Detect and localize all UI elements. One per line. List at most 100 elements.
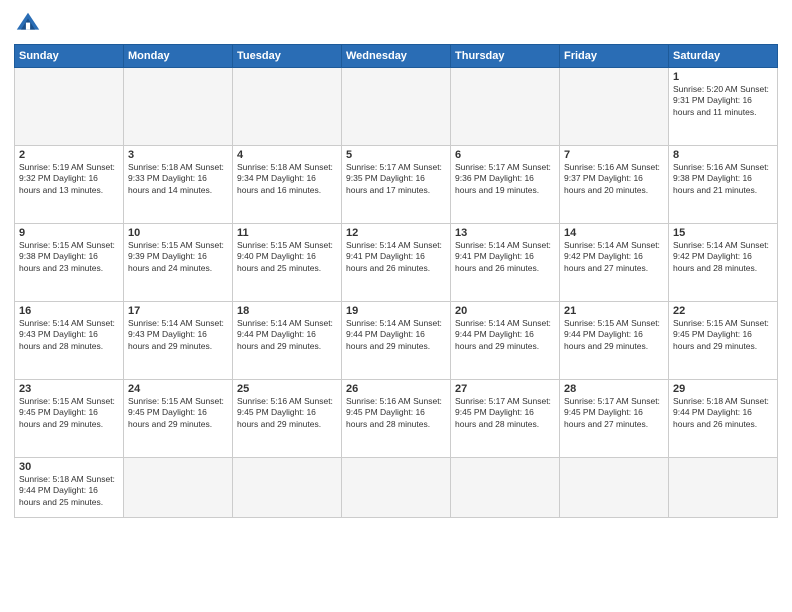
calendar-cell: 1Sunrise: 5:20 AM Sunset: 9:31 PM Daylig… [669,68,778,146]
day-info: Sunrise: 5:17 AM Sunset: 9:45 PM Dayligh… [564,396,664,430]
day-info: Sunrise: 5:18 AM Sunset: 9:33 PM Dayligh… [128,162,228,196]
calendar-cell: 11Sunrise: 5:15 AM Sunset: 9:40 PM Dayli… [233,224,342,302]
day-number: 1 [673,71,773,83]
calendar-cell [124,68,233,146]
calendar-cell: 21Sunrise: 5:15 AM Sunset: 9:44 PM Dayli… [560,302,669,380]
day-info: Sunrise: 5:15 AM Sunset: 9:45 PM Dayligh… [128,396,228,430]
calendar-cell [451,458,560,518]
day-info: Sunrise: 5:15 AM Sunset: 9:45 PM Dayligh… [19,396,119,430]
day-number: 30 [19,461,119,473]
day-info: Sunrise: 5:14 AM Sunset: 9:44 PM Dayligh… [237,318,337,352]
logo-icon [14,10,42,38]
calendar-cell [124,458,233,518]
day-number: 13 [455,227,555,239]
calendar-cell [560,458,669,518]
calendar-cell: 27Sunrise: 5:17 AM Sunset: 9:45 PM Dayli… [451,380,560,458]
day-number: 26 [346,383,446,395]
day-number: 28 [564,383,664,395]
day-info: Sunrise: 5:19 AM Sunset: 9:32 PM Dayligh… [19,162,119,196]
day-info: Sunrise: 5:18 AM Sunset: 9:44 PM Dayligh… [673,396,773,430]
day-number: 19 [346,305,446,317]
weekday-header-wednesday: Wednesday [342,45,451,68]
calendar-cell: 17Sunrise: 5:14 AM Sunset: 9:43 PM Dayli… [124,302,233,380]
day-number: 16 [19,305,119,317]
calendar-cell [15,68,124,146]
calendar-cell: 26Sunrise: 5:16 AM Sunset: 9:45 PM Dayli… [342,380,451,458]
day-info: Sunrise: 5:14 AM Sunset: 9:44 PM Dayligh… [455,318,555,352]
day-number: 7 [564,149,664,161]
page: SundayMondayTuesdayWednesdayThursdayFrid… [0,0,792,612]
calendar-body: 1Sunrise: 5:20 AM Sunset: 9:31 PM Daylig… [15,68,778,518]
day-info: Sunrise: 5:20 AM Sunset: 9:31 PM Dayligh… [673,84,773,118]
day-number: 25 [237,383,337,395]
calendar-cell: 12Sunrise: 5:14 AM Sunset: 9:41 PM Dayli… [342,224,451,302]
calendar-cell: 14Sunrise: 5:14 AM Sunset: 9:42 PM Dayli… [560,224,669,302]
logo [14,10,46,38]
calendar-cell: 6Sunrise: 5:17 AM Sunset: 9:36 PM Daylig… [451,146,560,224]
day-info: Sunrise: 5:17 AM Sunset: 9:36 PM Dayligh… [455,162,555,196]
week-row-3: 16 Sunrise: 5:14 AM Sunset: 9:43 PM Dayli… [15,302,778,380]
day-info: Sunrise: 5:14 AM Sunset: 9:42 PM Dayligh… [564,240,664,274]
week-row-0: 1Sunrise: 5:20 AM Sunset: 9:31 PM Daylig… [15,68,778,146]
day-number: 21 [564,305,664,317]
calendar-cell: 15Sunrise: 5:14 AM Sunset: 9:42 PM Dayli… [669,224,778,302]
calendar-cell: 7Sunrise: 5:16 AM Sunset: 9:37 PM Daylig… [560,146,669,224]
day-number: 3 [128,149,228,161]
week-row-1: 2Sunrise: 5:19 AM Sunset: 9:32 PM Daylig… [15,146,778,224]
calendar-cell: 25Sunrise: 5:16 AM Sunset: 9:45 PM Dayli… [233,380,342,458]
day-info: Sunrise: 5:18 AM Sunset: 9:44 PM Dayligh… [19,474,119,508]
calendar-cell: 13Sunrise: 5:14 AM Sunset: 9:41 PM Dayli… [451,224,560,302]
day-number: 15 [673,227,773,239]
calendar-cell: 3Sunrise: 5:18 AM Sunset: 9:33 PM Daylig… [124,146,233,224]
day-number: 27 [455,383,555,395]
day-info: Sunrise: 5:18 AM Sunset: 9:34 PM Dayligh… [237,162,337,196]
day-number: 8 [673,149,773,161]
calendar-cell [342,68,451,146]
day-info: Sunrise: 5:16 AM Sunset: 9:37 PM Dayligh… [564,162,664,196]
day-number: 23 [19,383,119,395]
calendar: SundayMondayTuesdayWednesdayThursdayFrid… [14,44,778,518]
calendar-cell: 10Sunrise: 5:15 AM Sunset: 9:39 PM Dayli… [124,224,233,302]
day-info: Sunrise: 5:15 AM Sunset: 9:38 PM Dayligh… [19,240,119,274]
day-number: 18 [237,305,337,317]
day-info: Sunrise: 5:16 AM Sunset: 9:45 PM Dayligh… [237,396,337,430]
day-number: 17 [128,305,228,317]
weekday-header-sunday: Sunday [15,45,124,68]
calendar-cell: 4Sunrise: 5:18 AM Sunset: 9:34 PM Daylig… [233,146,342,224]
calendar-cell [233,458,342,518]
weekday-header-thursday: Thursday [451,45,560,68]
day-info: Sunrise: 5:15 AM Sunset: 9:39 PM Dayligh… [128,240,228,274]
weekday-header-friday: Friday [560,45,669,68]
day-number: 11 [237,227,337,239]
weekday-header-monday: Monday [124,45,233,68]
calendar-cell: 8Sunrise: 5:16 AM Sunset: 9:38 PM Daylig… [669,146,778,224]
weekday-header-tuesday: Tuesday [233,45,342,68]
calendar-cell: 19Sunrise: 5:14 AM Sunset: 9:44 PM Dayli… [342,302,451,380]
day-info: Sunrise: 5:15 AM Sunset: 9:44 PM Dayligh… [564,318,664,352]
day-number: 20 [455,305,555,317]
day-number: 10 [128,227,228,239]
day-info: Sunrise: 5:14 AM Sunset: 9:41 PM Dayligh… [455,240,555,274]
calendar-cell: 9Sunrise: 5:15 AM Sunset: 9:38 PM Daylig… [15,224,124,302]
calendar-cell: 22Sunrise: 5:15 AM Sunset: 9:45 PM Dayli… [669,302,778,380]
day-info: Sunrise: 5:14 AM Sunset: 9:41 PM Dayligh… [346,240,446,274]
calendar-cell: 16Sunrise: 5:14 AM Sunset: 9:43 PM Dayli… [15,302,124,380]
calendar-cell [342,458,451,518]
calendar-cell [560,68,669,146]
day-info: Sunrise: 5:14 AM Sunset: 9:43 PM Dayligh… [128,318,228,352]
day-number: 12 [346,227,446,239]
day-info: Sunrise: 5:14 AM Sunset: 9:42 PM Dayligh… [673,240,773,274]
week-row-2: 9Sunrise: 5:15 AM Sunset: 9:38 PM Daylig… [15,224,778,302]
calendar-cell: 5Sunrise: 5:17 AM Sunset: 9:35 PM Daylig… [342,146,451,224]
day-number: 6 [455,149,555,161]
calendar-cell: 29Sunrise: 5:18 AM Sunset: 9:44 PM Dayli… [669,380,778,458]
calendar-cell [451,68,560,146]
calendar-header: SundayMondayTuesdayWednesdayThursdayFrid… [15,45,778,68]
day-info: Sunrise: 5:14 AM Sunset: 9:44 PM Dayligh… [346,318,446,352]
calendar-cell: 28Sunrise: 5:17 AM Sunset: 9:45 PM Dayli… [560,380,669,458]
day-info: Sunrise: 5:15 AM Sunset: 9:40 PM Dayligh… [237,240,337,274]
header [14,10,778,38]
day-number: 14 [564,227,664,239]
day-number: 22 [673,305,773,317]
day-number: 2 [19,149,119,161]
